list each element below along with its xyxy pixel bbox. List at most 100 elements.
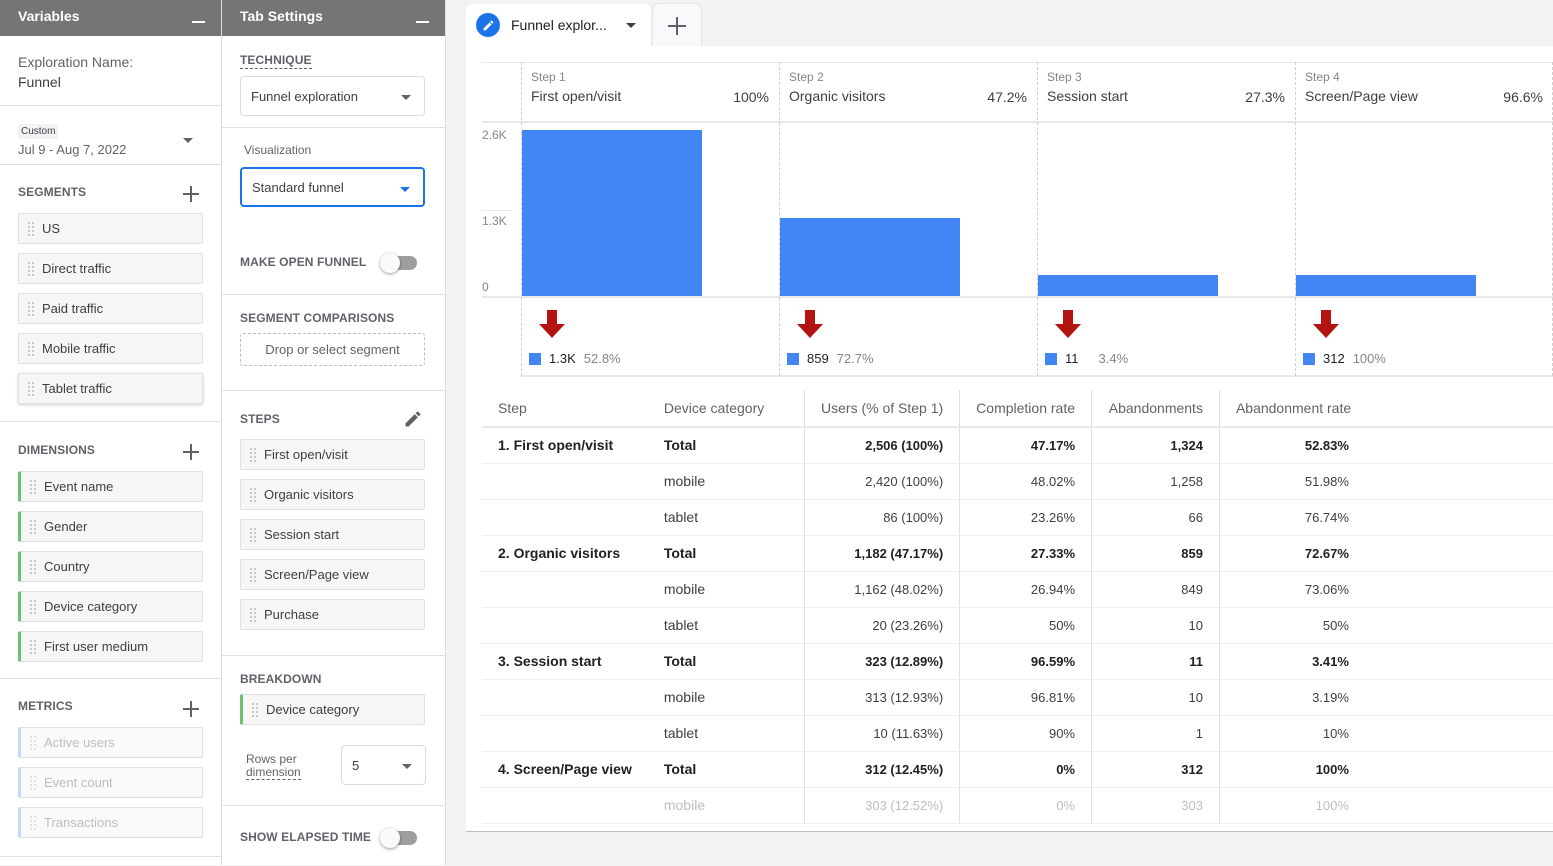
table-row[interactable]: 1. First open/visit Total 2,506 (100%) 47.1… xyxy=(482,427,1553,464)
breakdown-chip[interactable]: Device category xyxy=(240,694,425,725)
table-row[interactable]: 2. Organic visitors Total 1,182 (47.17%) 27… xyxy=(482,535,1553,572)
drag-handle-icon[interactable] xyxy=(29,774,37,791)
toggle-knob xyxy=(380,828,400,848)
cell-users: 313 (12.93%) xyxy=(804,679,960,716)
drag-handle-icon[interactable] xyxy=(29,734,37,751)
minimize-icon[interactable] xyxy=(192,21,205,23)
cell-step xyxy=(482,463,648,500)
funnel-bar[interactable] xyxy=(1038,274,1218,296)
cell-step xyxy=(482,679,648,716)
step-header[interactable]: Step 4 Screen/Page view 96.6% xyxy=(1295,62,1553,122)
drag-handle-icon[interactable] xyxy=(29,814,37,831)
drag-handle-icon[interactable] xyxy=(29,638,37,655)
visualization-select[interactable]: Standard funnel xyxy=(240,167,425,207)
abandonment-arrow-icon xyxy=(797,310,823,338)
step-chip[interactable]: Purchase xyxy=(240,599,425,630)
drag-handle-icon[interactable] xyxy=(27,220,35,237)
drag-handle-icon[interactable] xyxy=(249,606,257,623)
table-row[interactable]: tablet 86 (100%) 23.26% 66 76.74% xyxy=(482,499,1553,536)
abandonment-count: 312 xyxy=(1323,351,1345,366)
date-range-picker[interactable]: Custom Jul 9 - Aug 7, 2022 xyxy=(0,106,221,165)
drag-handle-icon[interactable] xyxy=(251,701,259,718)
visualization-label: Visualization xyxy=(244,143,312,157)
edit-tab-icon[interactable] xyxy=(476,13,500,37)
metric-chip[interactable]: Transactions xyxy=(18,807,203,838)
show-elapsed-toggle[interactable] xyxy=(380,828,417,848)
table-row[interactable]: mobile 303 (12.52%) 0% 303 100% xyxy=(482,787,1553,824)
cell-abandonment-rate: 3.19% xyxy=(1218,679,1553,716)
table-row[interactable]: mobile 2,420 (100%) 48.02% 1,258 51.98% xyxy=(482,463,1553,500)
add-metric-icon[interactable] xyxy=(183,701,199,717)
cell-abandonment-rate: 73.06% xyxy=(1218,571,1553,608)
col-step[interactable]: Step xyxy=(482,390,648,428)
cell-step xyxy=(482,607,648,644)
col-device-category[interactable]: Device category xyxy=(647,390,805,428)
drag-handle-icon[interactable] xyxy=(27,340,35,357)
table-row[interactable]: 3. Session start Total 323 (12.89%) 96.59% 1… xyxy=(482,643,1553,680)
metric-chip[interactable]: Event count xyxy=(18,767,203,798)
drag-handle-icon[interactable] xyxy=(249,446,257,463)
rows-per-dimension-select[interactable]: 5 xyxy=(341,745,426,785)
exploration-name-label: Exploration Name: xyxy=(18,54,134,70)
chip-label: Country xyxy=(44,559,90,574)
chip-label: Mobile traffic xyxy=(42,341,116,356)
chevron-down-icon[interactable] xyxy=(626,23,636,28)
step-header[interactable]: Step 3 Session start 27.3% xyxy=(1037,62,1295,122)
drag-handle-icon[interactable] xyxy=(249,486,257,503)
dimension-chip[interactable]: Event name xyxy=(18,471,203,502)
segment-chip[interactable]: Direct traffic xyxy=(18,253,203,284)
step-header[interactable]: Step 2 Organic visitors 47.2% xyxy=(779,62,1037,122)
cell-device: Total xyxy=(647,535,805,572)
step-chip[interactable]: First open/visit xyxy=(240,439,425,470)
segment-chip[interactable]: Mobile traffic xyxy=(18,333,203,364)
segment-chip[interactable]: US xyxy=(18,213,203,244)
funnel-bar[interactable] xyxy=(780,217,960,296)
dimension-chip[interactable]: Device category xyxy=(18,591,203,622)
col-abandonment-rate[interactable]: Abandonment rate xyxy=(1218,390,1553,428)
segment-drop-zone[interactable]: Drop or select segment xyxy=(240,333,425,366)
cell-abandonment-rate: 10% xyxy=(1218,715,1553,752)
add-segment-icon[interactable] xyxy=(183,186,199,202)
table-row[interactable]: mobile 313 (12.93%) 96.81% 10 3.19% xyxy=(482,679,1553,716)
step-chip[interactable]: Screen/Page view xyxy=(240,559,425,590)
dimension-chip[interactable]: Gender xyxy=(18,511,203,542)
dimension-chip[interactable]: First user medium xyxy=(18,631,203,662)
col-completion-rate[interactable]: Completion rate xyxy=(959,390,1092,428)
metric-chip[interactable]: Active users xyxy=(18,727,203,758)
add-dimension-icon[interactable] xyxy=(183,444,199,460)
drag-handle-icon[interactable] xyxy=(27,300,35,317)
step-chip[interactable]: Organic visitors xyxy=(240,479,425,510)
dimension-chip[interactable]: Country xyxy=(18,551,203,582)
funnel-bar[interactable] xyxy=(522,130,702,296)
step-header[interactable]: Step 1 First open/visit 100% xyxy=(521,62,779,122)
table-row[interactable]: mobile 1,162 (48.02%) 26.94% 849 73.06% xyxy=(482,571,1553,608)
drag-handle-icon[interactable] xyxy=(27,260,35,277)
steps-list: First open/visit Organic visitors Sessio… xyxy=(240,439,425,630)
col-users[interactable]: Users (% of Step 1) xyxy=(804,390,960,428)
drag-handle-icon[interactable] xyxy=(29,478,37,495)
drag-handle-icon[interactable] xyxy=(29,558,37,575)
drag-handle-icon[interactable] xyxy=(27,380,35,397)
exploration-name-input[interactable]: Funnel xyxy=(18,74,203,90)
add-tab-button[interactable] xyxy=(653,4,701,46)
drag-handle-icon[interactable] xyxy=(29,518,37,535)
table-row[interactable]: tablet 10 (11.63%) 90% 1 10% xyxy=(482,715,1553,752)
drag-handle-icon[interactable] xyxy=(249,526,257,543)
segment-chip[interactable]: Paid traffic xyxy=(18,293,203,324)
dimension-list: Event name Gender Country Device categor… xyxy=(18,471,203,662)
chip-label: Device category xyxy=(266,702,360,717)
funnel-bar[interactable] xyxy=(1296,275,1476,296)
segment-chip[interactable]: Tablet traffic xyxy=(18,373,203,404)
step-chip[interactable]: Session start xyxy=(240,519,425,550)
tab-funnel-exploration[interactable]: Funnel explor... xyxy=(466,4,651,46)
technique-select[interactable]: Funnel exploration xyxy=(240,76,425,116)
minimize-icon[interactable] xyxy=(416,21,429,23)
drag-handle-icon[interactable] xyxy=(29,598,37,615)
open-funnel-toggle[interactable] xyxy=(380,253,417,273)
drag-handle-icon[interactable] xyxy=(249,566,257,583)
table-row[interactable]: tablet 20 (23.26%) 50% 10 50% xyxy=(482,607,1553,644)
table-row[interactable]: 4. Screen/Page view Total 312 (12.45%) 0% 31… xyxy=(482,751,1553,788)
col-abandonments[interactable]: Abandonments xyxy=(1091,390,1220,428)
chip-label: Event count xyxy=(44,775,113,790)
edit-pencil-icon[interactable] xyxy=(403,409,423,429)
